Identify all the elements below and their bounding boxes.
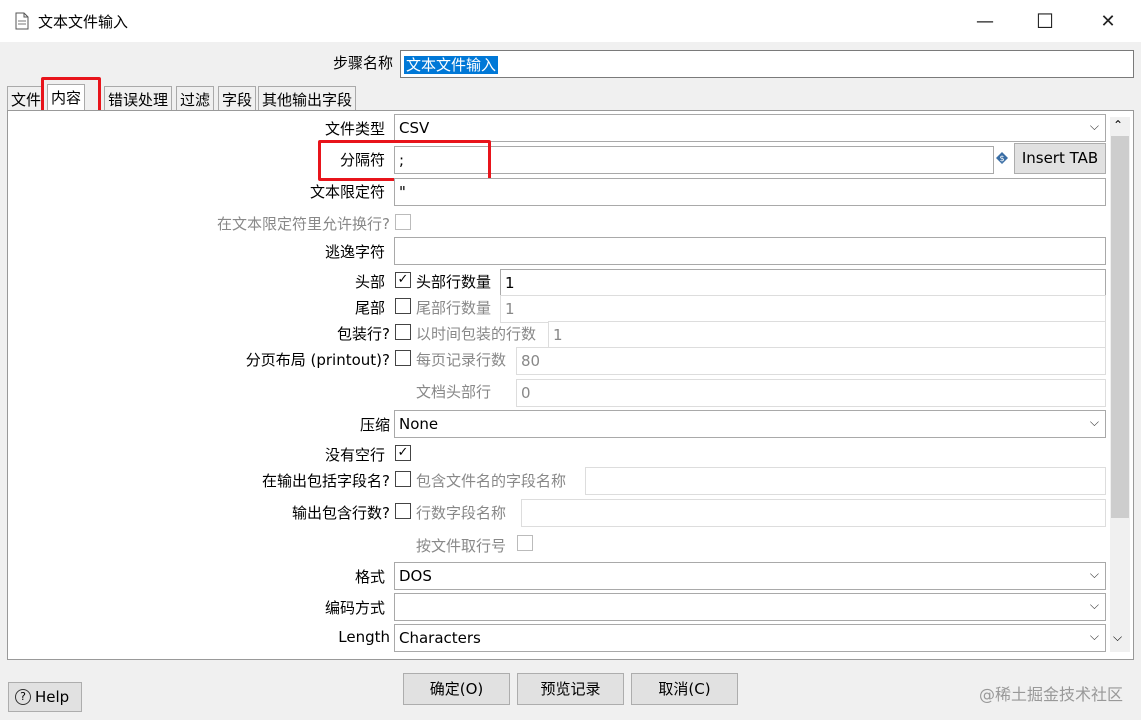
format-label: 格式 — [354, 568, 385, 586]
file-type-value: CSV — [399, 119, 430, 137]
length-label: Length — [338, 628, 390, 646]
tab-filter[interactable]: 过滤 — [176, 86, 215, 110]
cancel-button[interactable]: 取消(C) — [631, 673, 738, 705]
no-empty-lines-checkbox[interactable]: ✓ — [395, 445, 411, 461]
rownum-label: 输出包含行数? — [292, 504, 390, 522]
no-empty-lines-label: 没有空行 — [324, 446, 385, 464]
help-button[interactable]: ? Help — [8, 682, 82, 712]
include-filename-checkbox[interactable] — [395, 471, 411, 487]
ok-button[interactable]: 确定(O) — [403, 673, 510, 705]
rownum-by-file-checkbox[interactable] — [517, 535, 533, 551]
rownum-field-label: 行数字段名称 — [416, 504, 507, 522]
preview-button[interactable]: 预览记录 — [517, 673, 624, 705]
help-label: Help — [35, 688, 70, 706]
paged-checkbox[interactable] — [395, 350, 411, 366]
length-select[interactable]: Characters ⌵ — [394, 624, 1106, 652]
rownum-checkbox[interactable] — [395, 503, 411, 519]
file-type-label: 文件类型 — [324, 120, 385, 138]
wrap-label: 包装行? — [337, 325, 390, 343]
compression-label: 压缩 — [359, 416, 390, 434]
allow-breaks-checkbox[interactable] — [395, 214, 411, 230]
length-value: Characters — [399, 629, 481, 647]
format-value: DOS — [399, 567, 432, 585]
compression-select[interactable]: None ⌵ — [394, 410, 1106, 438]
scroll-down-icon[interactable]: ⌵ — [1113, 630, 1122, 645]
close-button[interactable]: ✕ — [1078, 0, 1138, 42]
filename-field-input[interactable] — [585, 467, 1106, 495]
scroll-up-icon[interactable]: ⌃ — [1113, 118, 1123, 132]
enclosure-label: 文本限定符 — [309, 183, 385, 201]
compression-value: None — [399, 415, 439, 433]
tab-file[interactable]: 文件 — [7, 86, 45, 110]
step-name-value: 文本文件输入 — [404, 56, 499, 74]
header-label: 头部 — [354, 273, 385, 291]
checkmark-icon: ✓ — [397, 272, 409, 287]
doc-header-input[interactable]: 0 — [516, 379, 1106, 407]
chevron-down-icon: ⌵ — [1089, 598, 1099, 612]
footer-rows-label: 尾部行数量 — [416, 299, 492, 317]
variable-icon: $ — [995, 151, 1009, 165]
scroll-thumb[interactable] — [1111, 136, 1129, 518]
window-title: 文本文件输入 — [38, 13, 129, 31]
escape-label: 逃逸字符 — [324, 243, 385, 261]
svg-text:$: $ — [999, 154, 1004, 163]
wrap-rows-input[interactable]: 1 — [548, 321, 1106, 349]
chevron-down-icon: ⌵ — [1089, 415, 1099, 429]
tab-error-handling[interactable]: 错误处理 — [104, 86, 173, 110]
format-select[interactable]: DOS ⌵ — [394, 562, 1106, 590]
watermark: @稀土掘金技术社区 — [978, 685, 1123, 704]
title-bar: 文本文件输入 — ☐ ✕ — [0, 0, 1141, 42]
help-icon: ? — [15, 689, 31, 705]
highlight-box — [318, 140, 491, 181]
chevron-down-icon: ⌵ — [1089, 567, 1099, 581]
file-type-select[interactable]: CSV ⌵ — [394, 114, 1106, 142]
header-rows-label: 头部行数量 — [416, 273, 492, 291]
header-checkbox[interactable]: ✓ — [395, 272, 411, 288]
footer-checkbox[interactable] — [395, 298, 411, 314]
include-filename-label: 在输出包括字段名? — [262, 472, 390, 490]
footer-label: 尾部 — [354, 299, 385, 317]
wrap-checkbox[interactable] — [395, 324, 411, 340]
rownum-field-input[interactable] — [521, 499, 1106, 527]
document-icon — [15, 12, 29, 30]
rows-per-page-label: 每页记录行数 — [416, 351, 507, 369]
chevron-down-icon: ⌵ — [1089, 119, 1099, 133]
allow-breaks-label: 在文本限定符里允许换行? — [217, 215, 390, 233]
encoding-select[interactable]: ⌵ — [394, 593, 1106, 621]
doc-header-label: 文档头部行 — [416, 383, 492, 401]
tab-other-output-fields[interactable]: 其他输出字段 — [258, 86, 357, 110]
step-name-input[interactable]: 文本文件输入 — [400, 50, 1134, 78]
insert-tab-button[interactable]: Insert TAB — [1014, 143, 1106, 174]
minimize-button[interactable]: — — [955, 0, 1015, 42]
tab-fields[interactable]: 字段 — [218, 86, 257, 110]
chevron-down-icon: ⌵ — [1089, 629, 1099, 643]
rows-per-page-input[interactable]: 80 — [516, 347, 1106, 375]
paged-label: 分页布局 (printout)? — [245, 351, 390, 369]
enclosure-input[interactable]: " — [394, 178, 1106, 206]
encoding-label: 编码方式 — [324, 599, 385, 617]
footer-rows-input[interactable]: 1 — [500, 295, 1106, 323]
maximize-button[interactable]: ☐ — [1015, 0, 1075, 42]
step-name-label: 步骤名称 — [332, 54, 393, 72]
wrap-rows-label: 以时间包装的行数 — [416, 325, 537, 343]
filename-field-label: 包含文件名的字段名称 — [416, 472, 567, 490]
rownum-by-file-label: 按文件取行号 — [416, 537, 507, 555]
checkmark-icon: ✓ — [397, 445, 409, 460]
header-rows-input[interactable]: 1 — [500, 269, 1106, 297]
escape-input[interactable] — [394, 237, 1106, 265]
